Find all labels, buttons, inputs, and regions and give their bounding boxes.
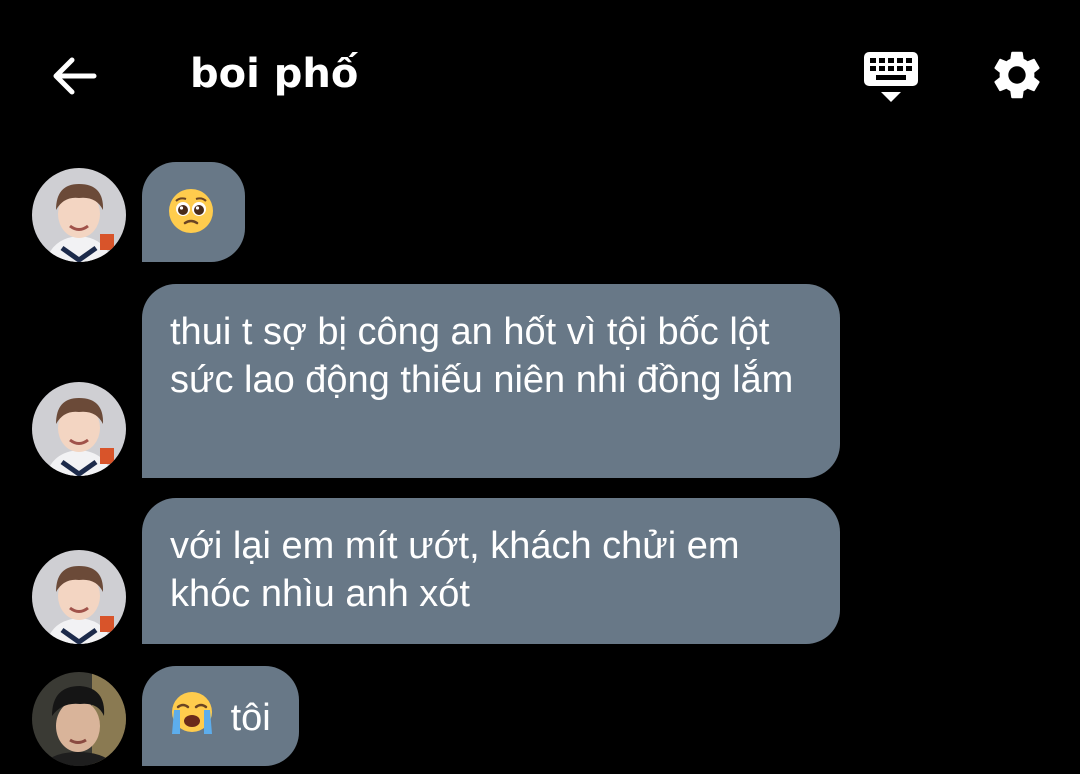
keyboard-toggle-button[interactable] [862,48,920,106]
arrow-left-icon [53,57,97,95]
keyboard-hide-icon [864,52,918,102]
avatar[interactable] [32,382,126,476]
message-text: tôi [230,697,271,739]
message-row: tôi [0,666,1080,766]
message-bubble[interactable]: với lại em mít ướt, khách chửi em khóc n… [142,498,840,644]
loudly-crying-face-emoji [170,690,214,746]
gear-icon [994,51,1040,99]
message-bubble[interactable]: tôi [142,666,299,766]
message-row: với lại em mít ướt, khách chửi em khóc n… [0,498,1080,644]
avatar[interactable] [32,672,126,766]
chat-title: boi phố [190,51,359,97]
avatar-photo [32,168,126,262]
avatar-photo [32,550,126,644]
avatar[interactable] [32,168,126,262]
message-bubble[interactable]: thui t sợ bị công an hốt vì tội bốc lột … [142,284,840,478]
back-button[interactable] [46,48,102,104]
message-text: thui t sợ bị công an hốt vì tội bốc lột … [170,311,794,401]
avatar-photo [32,382,126,476]
message-text: với lại em mít ướt, khách chửi em khóc n… [170,525,740,615]
message-bubble[interactable] [142,162,245,262]
message-row [0,162,1080,262]
settings-button[interactable] [988,46,1046,104]
avatar[interactable] [32,550,126,644]
avatar-photo [32,672,126,766]
message-row: thui t sợ bị công an hốt vì tội bốc lột … [0,284,1080,478]
pleading-face-emoji [168,188,214,246]
chat-header: boi phố [0,0,1080,150]
